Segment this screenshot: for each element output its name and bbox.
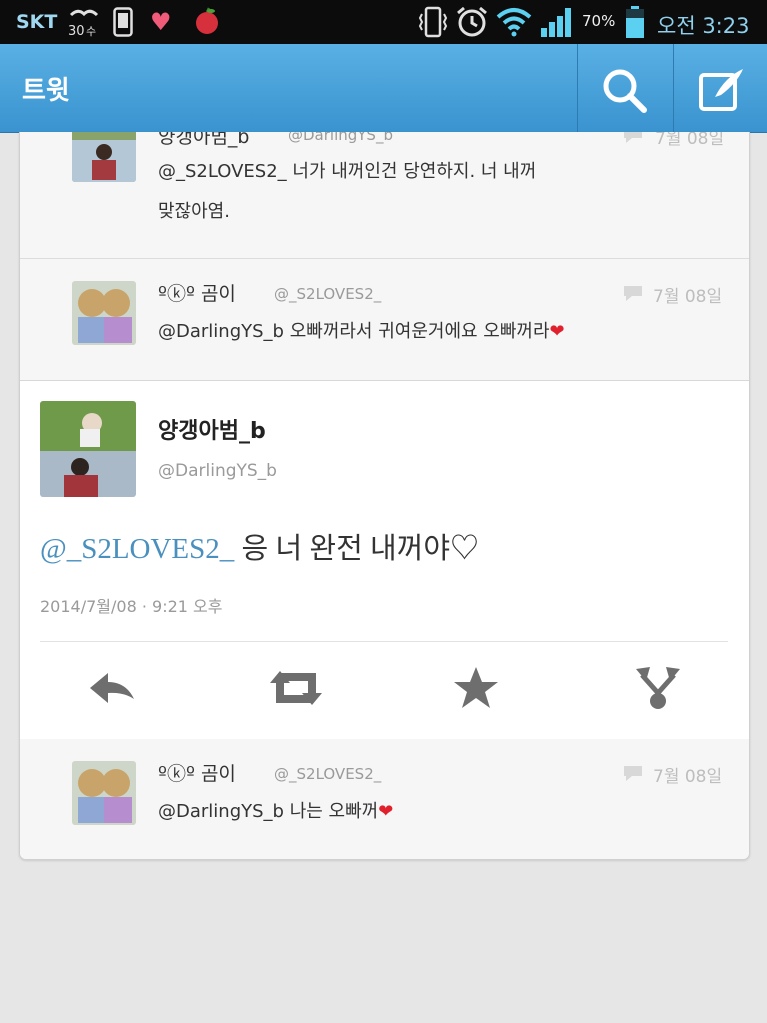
author-name[interactable]: ºⓚº 곰이 bbox=[158, 759, 236, 786]
list-item[interactable]: ºⓚº 곰이 @_S2LOVES2_ 7월 08일 @DarlingYS_b 나… bbox=[20, 739, 749, 859]
favorite-icon[interactable] bbox=[450, 663, 502, 713]
svg-text:30: 30 bbox=[68, 24, 85, 38]
avatar[interactable] bbox=[72, 761, 136, 825]
tweet-date: 7월 08일 bbox=[655, 132, 725, 149]
tweet-text: @DarlingYS_b 나는 오빠꺼❤ bbox=[158, 795, 393, 828]
heart-emoji: ❤ bbox=[378, 801, 394, 822]
alarm-icon bbox=[457, 6, 487, 37]
tweet-timestamp: 2014/7월/08 · 9:21 오후 bbox=[40, 597, 223, 616]
vibrate-icon bbox=[418, 6, 448, 38]
temperature-icon: 30 수 bbox=[68, 9, 99, 38]
retweet-icon[interactable] bbox=[266, 663, 326, 713]
mention-link[interactable]: @_S2LOVES2_ bbox=[40, 533, 234, 565]
author-handle: @DarlingYS_b bbox=[288, 132, 393, 144]
avatar[interactable] bbox=[40, 401, 136, 497]
main-tweet: 양갱아범_b @DarlingYS_b @_S2LOVES2_ 응 너 완전 내… bbox=[20, 380, 749, 740]
avatar[interactable] bbox=[72, 132, 136, 182]
list-item[interactable]: 양갱아범_b @DarlingYS_b 7월 08일 @_S2LOVES2_ 너… bbox=[20, 132, 749, 257]
page-title: 트윗 bbox=[22, 76, 70, 106]
apple-icon bbox=[196, 7, 218, 34]
carrier-label: SKT bbox=[16, 11, 58, 33]
tweet-text: @DarlingYS_b 오빠꺼라서 귀여운거에요 오빠꺼라❤ bbox=[158, 315, 565, 348]
tweet-text: 맞잖아염. bbox=[158, 201, 230, 222]
author-name[interactable]: 양갱아범_b bbox=[158, 413, 266, 445]
tweet-text-body: 응 너 완전 내꺼야♡ bbox=[234, 533, 480, 565]
heart-icon: ♥ bbox=[150, 8, 172, 36]
reply-icon[interactable] bbox=[86, 663, 138, 713]
clock: 오전 3:23 bbox=[657, 14, 750, 38]
divider bbox=[40, 641, 728, 642]
reply-bubble-icon bbox=[624, 132, 642, 143]
author-handle: @DarlingYS_b bbox=[158, 461, 277, 481]
reply-bubble-icon bbox=[624, 766, 642, 781]
tweet-text: @_S2LOVES2_ 응 너 완전 내꺼야♡ bbox=[40, 525, 479, 567]
reply-bubble-icon bbox=[624, 286, 642, 301]
action-bar: 트윗 bbox=[0, 44, 767, 133]
signal-icon bbox=[541, 8, 571, 37]
divider bbox=[577, 44, 578, 132]
author-handle: @_S2LOVES2_ bbox=[274, 285, 382, 303]
tweet-text-body: @DarlingYS_b 오빠꺼라서 귀여운거에요 오빠꺼라 bbox=[158, 321, 550, 342]
compose-icon[interactable] bbox=[697, 65, 747, 113]
tweet-text: @_S2LOVES2_ 너가 내꺼인건 당연하지. 너 내꺼 bbox=[158, 161, 537, 182]
divider bbox=[673, 44, 674, 132]
wifi-icon bbox=[496, 8, 532, 37]
tweet-detail-card: 양갱아범_b @DarlingYS_b 7월 08일 @_S2LOVES2_ 너… bbox=[19, 132, 750, 860]
search-icon[interactable] bbox=[600, 66, 648, 114]
heart-emoji: ❤ bbox=[549, 321, 565, 342]
avatar[interactable] bbox=[72, 281, 136, 345]
list-item[interactable]: ºⓚº 곰이 @_S2LOVES2_ 7월 08일 @DarlingYS_b 오… bbox=[20, 259, 749, 379]
svg-text:수: 수 bbox=[86, 25, 96, 38]
author-handle: @_S2LOVES2_ bbox=[274, 765, 382, 783]
battery-percent: 70% bbox=[582, 12, 616, 30]
tweet-date: 7월 08일 bbox=[653, 767, 723, 787]
phone-icon bbox=[113, 7, 133, 37]
author-name[interactable]: 양갱아범_b bbox=[158, 132, 249, 149]
tweet-text-body: @DarlingYS_b 나는 오빠꺼 bbox=[158, 801, 379, 822]
status-bar: SKT 30 수 ♥ 70% 오전 3:23 bbox=[0, 0, 767, 44]
battery-icon bbox=[626, 6, 644, 38]
author-name[interactable]: ºⓚº 곰이 bbox=[158, 279, 236, 306]
tweet-date: 7월 08일 bbox=[653, 287, 723, 307]
share-icon[interactable] bbox=[632, 663, 684, 713]
